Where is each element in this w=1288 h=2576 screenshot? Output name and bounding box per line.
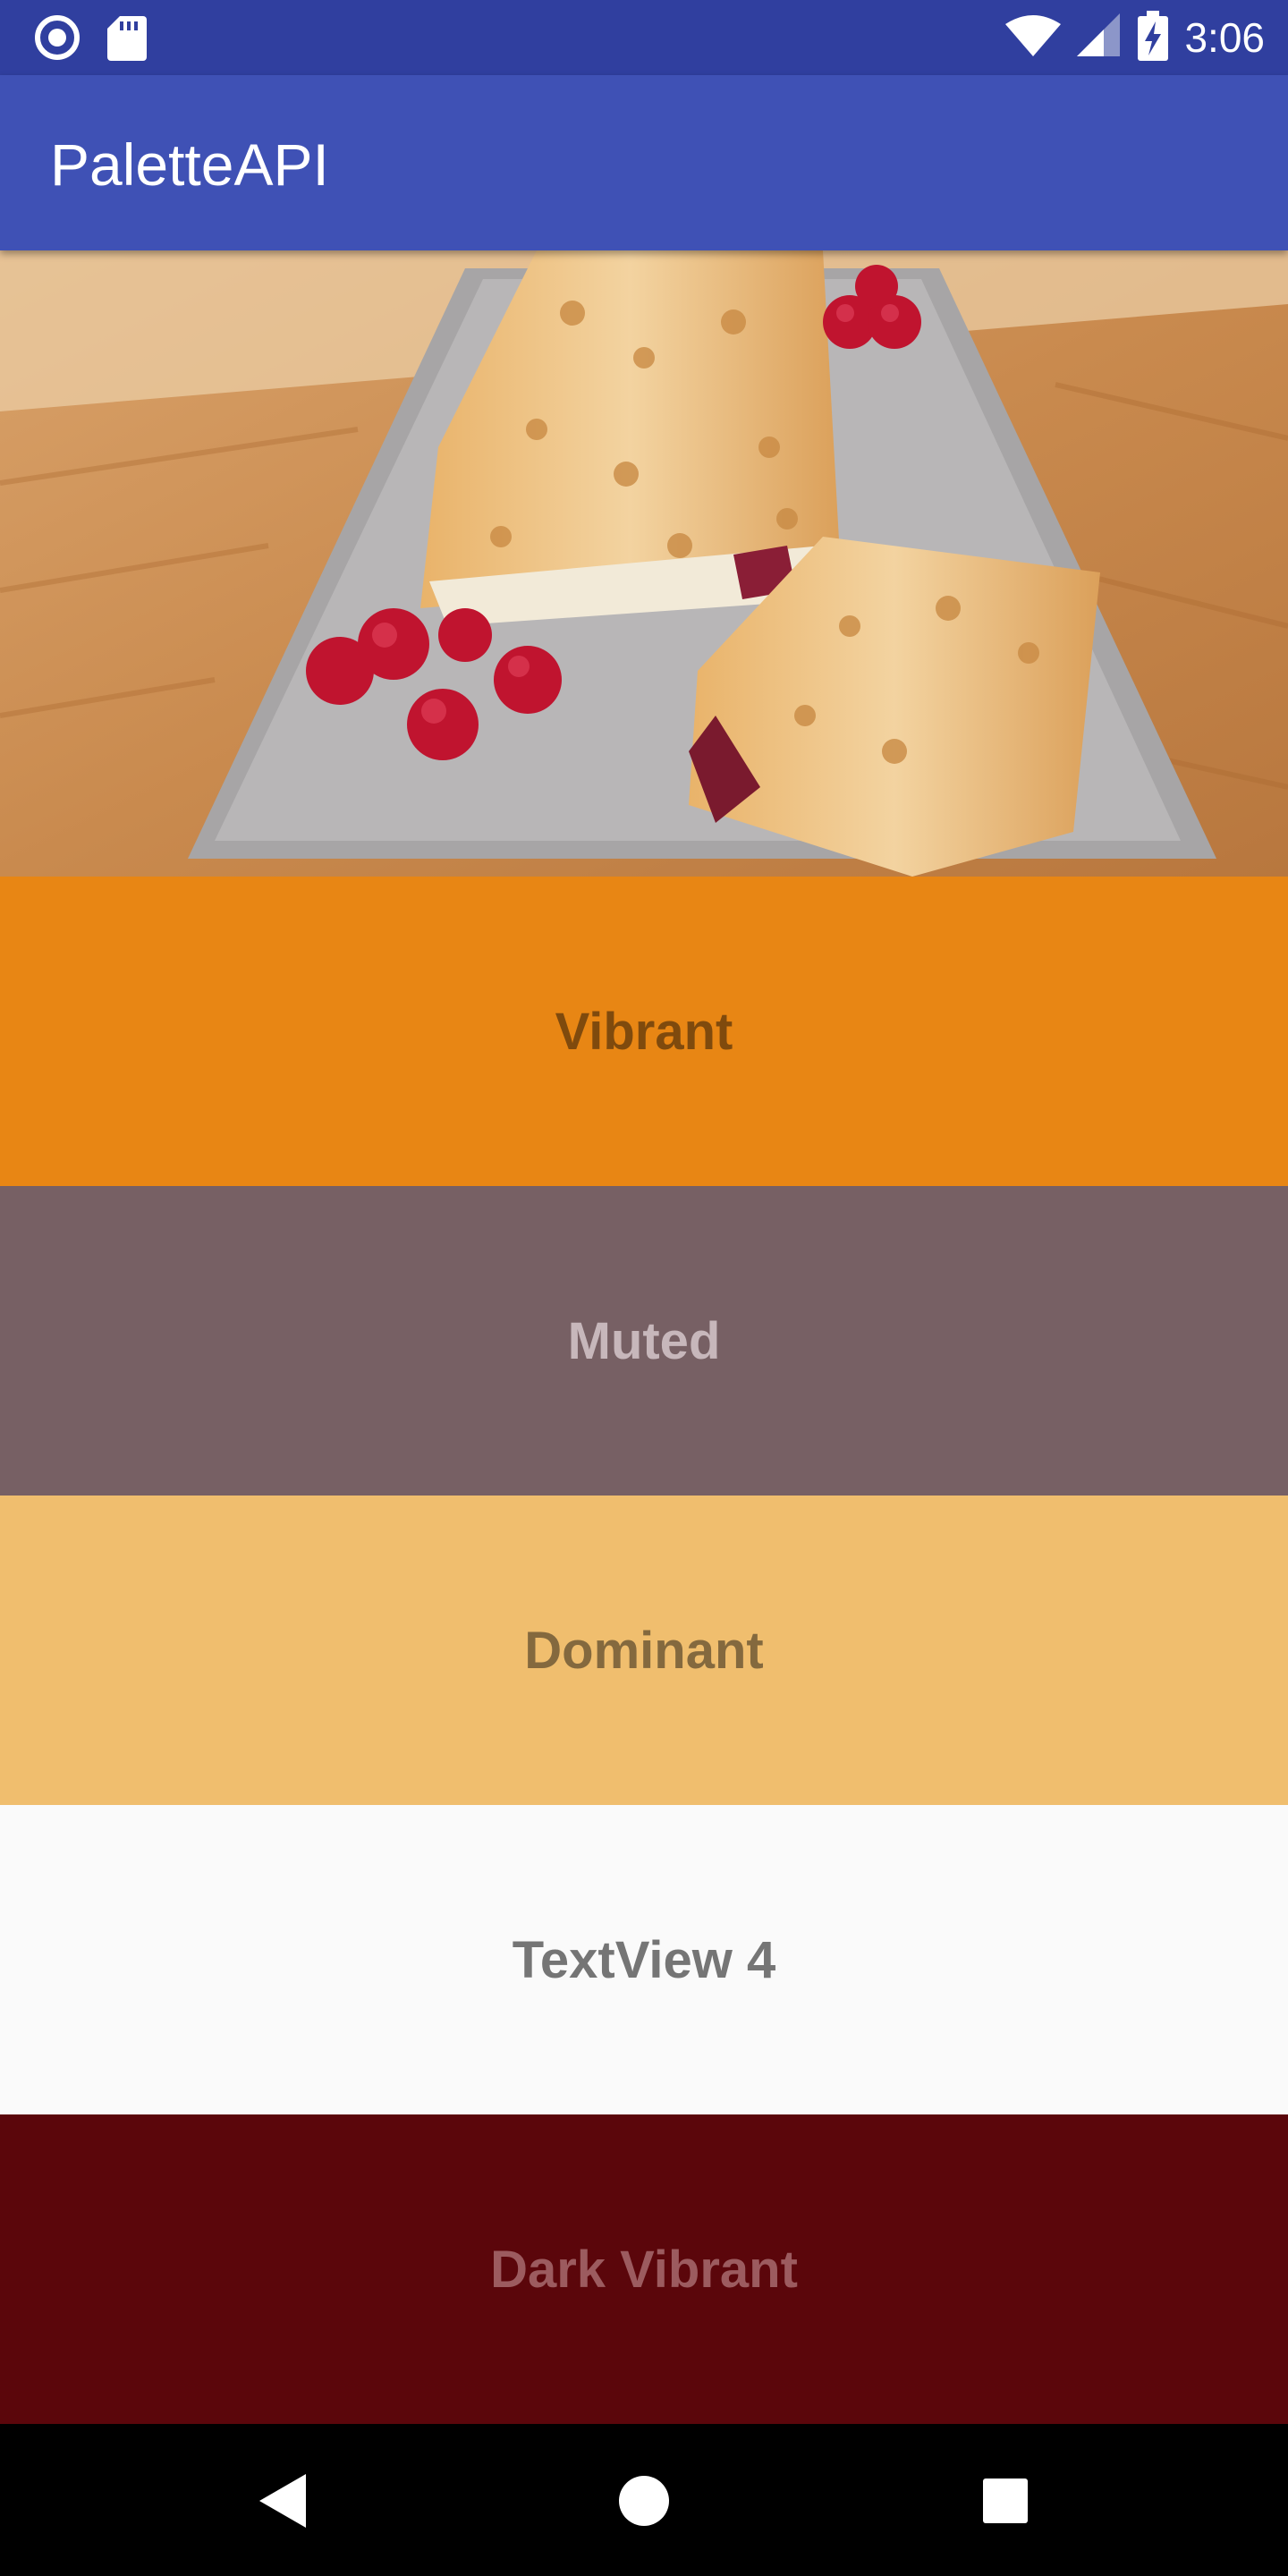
wifi-icon [1005, 13, 1062, 63]
recents-icon[interactable] [968, 2463, 1043, 2538]
pastry-on-plate-image [0, 250, 1288, 877]
back-icon[interactable] [245, 2463, 320, 2538]
app-title: PaletteAPI [50, 131, 329, 198]
swatch-vibrant: Vibrant [0, 877, 1288, 1186]
swatch-label-vibrant: Vibrant [555, 1002, 733, 1061]
status-bar: 3:06 [0, 0, 1288, 75]
swatch-dominant: Dominant [0, 1496, 1288, 1805]
swatch-dark-vibrant: Dark Vibrant [0, 2114, 1288, 2424]
battery-charging-icon [1138, 10, 1169, 65]
status-time: 3:06 [1184, 14, 1265, 61]
signal-icon [1077, 13, 1122, 63]
swatch-label-dominant: Dominant [524, 1621, 764, 1680]
app-bar: PaletteAPI [0, 75, 1288, 250]
swatch-label-dark-vibrant: Dark Vibrant [490, 2240, 798, 2299]
sd-card-icon [107, 14, 147, 65]
home-icon[interactable] [606, 2463, 682, 2538]
record-icon [34, 14, 80, 65]
swatch-textview-4: TextView 4 [0, 1805, 1288, 2114]
swatch-muted: Muted [0, 1186, 1288, 1496]
swatch-label-muted: Muted [567, 1311, 721, 1370]
swatch-label-textview-4: TextView 4 [512, 1930, 776, 1989]
navigation-bar [0, 2426, 1288, 2576]
